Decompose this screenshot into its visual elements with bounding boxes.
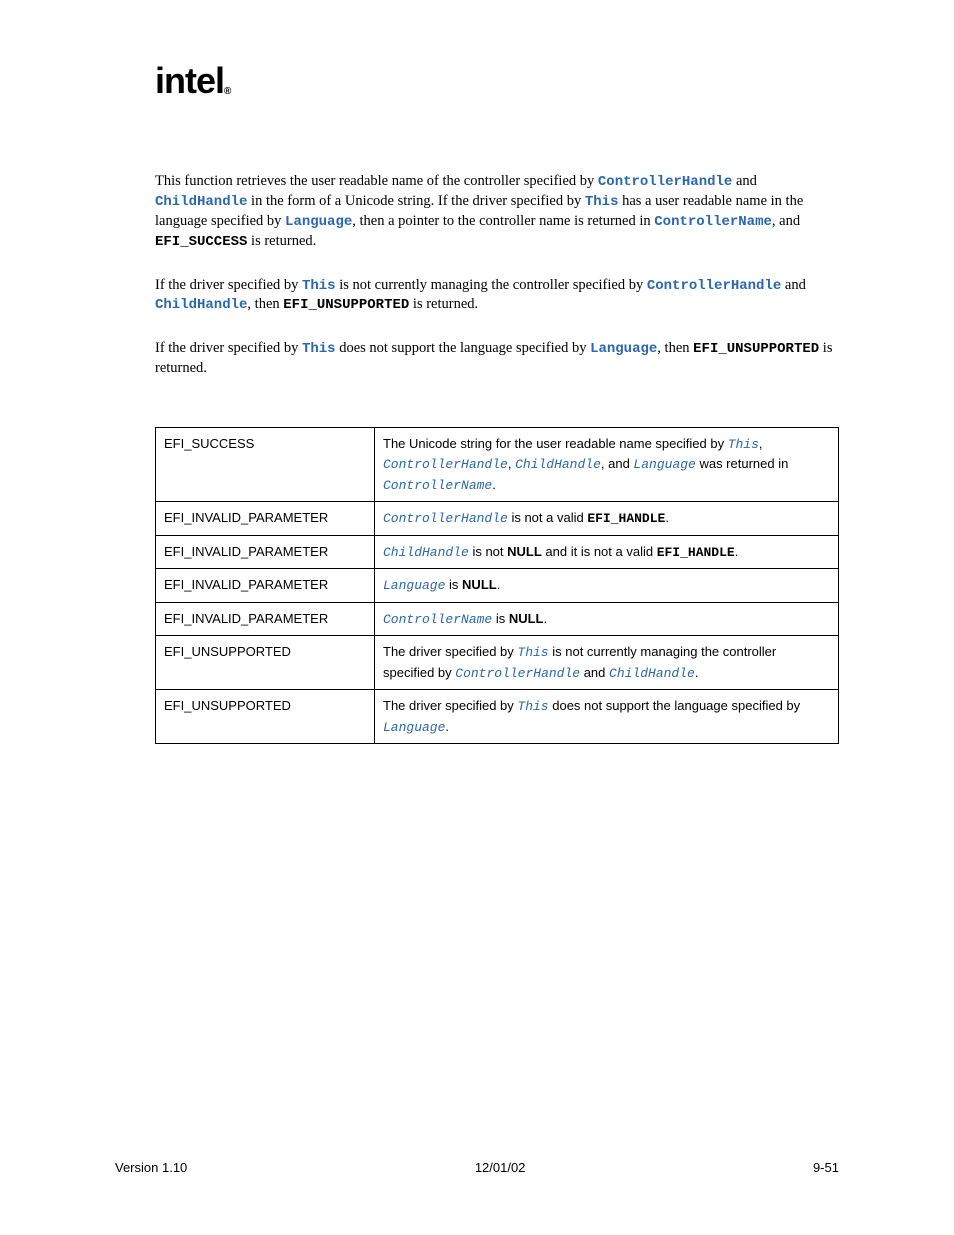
description-section: This function retrieves the user readabl… bbox=[155, 172, 839, 379]
text: is not bbox=[469, 544, 507, 559]
code-efi-unsupported: EFI_UNSUPPORTED bbox=[693, 341, 819, 357]
text: , then bbox=[657, 340, 693, 356]
status-desc: ChildHandle is not NULL and it is not a … bbox=[375, 535, 839, 569]
text: . bbox=[492, 477, 496, 492]
text: and it is not a valid bbox=[542, 544, 657, 559]
status-desc: The driver specified by This is not curr… bbox=[375, 636, 839, 690]
status-desc: ControllerHandle is not a valid EFI_HAND… bbox=[375, 502, 839, 536]
code-childhandle: ChildHandle bbox=[383, 545, 469, 560]
code-language: Language bbox=[383, 720, 445, 735]
text: , then bbox=[247, 296, 283, 312]
text: . bbox=[544, 611, 548, 626]
text: is returned. bbox=[247, 233, 316, 249]
code-this: This bbox=[585, 194, 619, 210]
text: does not support the language specified … bbox=[336, 340, 591, 356]
bold-efi-handle: EFI_HANDLE bbox=[657, 545, 735, 560]
code-childhandle: ChildHandle bbox=[155, 194, 247, 210]
code-childhandle: ChildHandle bbox=[515, 457, 601, 472]
status-desc: Language is NULL. bbox=[375, 569, 839, 603]
text: . bbox=[445, 719, 449, 734]
text: , bbox=[759, 436, 763, 451]
text: If the driver specified by bbox=[155, 340, 302, 356]
table-row: EFI_INVALID_PARAMETER ControllerName is … bbox=[156, 602, 839, 636]
code-language: Language bbox=[285, 214, 352, 230]
paragraph-3: If the driver specified by This does not… bbox=[155, 339, 839, 378]
status-code: EFI_UNSUPPORTED bbox=[156, 636, 375, 690]
status-desc: The Unicode string for the user readable… bbox=[375, 427, 839, 502]
text: . bbox=[735, 544, 739, 559]
footer-date: 12/01/02 bbox=[475, 1160, 526, 1175]
text: , bbox=[508, 456, 515, 471]
code-controllername: ControllerName bbox=[383, 612, 492, 627]
footer-version: Version 1.10 bbox=[115, 1160, 187, 1175]
text: , and bbox=[772, 213, 800, 229]
status-desc: ControllerName is NULL. bbox=[375, 602, 839, 636]
code-this: This bbox=[728, 437, 759, 452]
intel-logo: intel® bbox=[155, 60, 839, 102]
code-controllername: ControllerName bbox=[654, 214, 772, 230]
text: This function retrieves the user readabl… bbox=[155, 173, 598, 189]
code-this: This bbox=[302, 278, 336, 294]
code-controllerhandle: ControllerHandle bbox=[383, 457, 508, 472]
page-footer: Version 1.10 12/01/02 9-51 bbox=[115, 1160, 839, 1175]
code-efi-unsupported: EFI_UNSUPPORTED bbox=[283, 297, 409, 313]
table-row: EFI_INVALID_PARAMETER ControllerHandle i… bbox=[156, 502, 839, 536]
status-codes-table: EFI_SUCCESS The Unicode string for the u… bbox=[155, 427, 839, 745]
status-code: EFI_SUCCESS bbox=[156, 427, 375, 502]
status-desc: The driver specified by This does not su… bbox=[375, 690, 839, 744]
text: . bbox=[497, 577, 501, 592]
text: The Unicode string for the user readable… bbox=[383, 436, 728, 451]
page-content: intel® This function retrieves the user … bbox=[0, 0, 954, 744]
text: does not support the language specified … bbox=[549, 698, 801, 713]
code-controllerhandle: ControllerHandle bbox=[647, 278, 781, 294]
text: The driver specified by bbox=[383, 644, 517, 659]
text: and bbox=[781, 277, 806, 293]
code-controllername: ControllerName bbox=[383, 478, 492, 493]
text: was returned in bbox=[696, 456, 789, 471]
code-controllerhandle: ControllerHandle bbox=[598, 174, 732, 190]
code-language: Language bbox=[383, 578, 445, 593]
code-childhandle: ChildHandle bbox=[609, 666, 695, 681]
code-language: Language bbox=[633, 457, 695, 472]
text: and bbox=[580, 665, 609, 680]
paragraph-2: If the driver specified by This is not c… bbox=[155, 276, 839, 316]
code-efi-success: EFI_SUCCESS bbox=[155, 234, 247, 250]
text: If the driver specified by bbox=[155, 277, 302, 293]
text: is returned. bbox=[409, 296, 478, 312]
table-row: EFI_INVALID_PARAMETER Language is NULL. bbox=[156, 569, 839, 603]
status-code: EFI_INVALID_PARAMETER bbox=[156, 502, 375, 536]
text: . bbox=[665, 510, 669, 525]
text: in the form of a Unicode string. If the … bbox=[247, 193, 584, 209]
footer-page-number: 9-51 bbox=[813, 1160, 839, 1175]
bold-efi-handle: EFI_HANDLE bbox=[587, 511, 665, 526]
code-controllerhandle: ControllerHandle bbox=[455, 666, 580, 681]
code-childhandle: ChildHandle bbox=[155, 297, 247, 313]
table-row: EFI_UNSUPPORTED The driver specified by … bbox=[156, 690, 839, 744]
status-code: EFI_INVALID_PARAMETER bbox=[156, 602, 375, 636]
code-this: This bbox=[517, 645, 548, 660]
text: is not currently managing the controller… bbox=[336, 277, 647, 293]
bold-null: NULL bbox=[509, 611, 544, 626]
table-row: EFI_UNSUPPORTED The driver specified by … bbox=[156, 636, 839, 690]
code-this: This bbox=[517, 699, 548, 714]
code-controllerhandle: ControllerHandle bbox=[383, 511, 508, 526]
table-row: EFI_SUCCESS The Unicode string for the u… bbox=[156, 427, 839, 502]
text: is bbox=[445, 577, 462, 592]
code-this: This bbox=[302, 341, 336, 357]
text: , and bbox=[601, 456, 634, 471]
bold-null: NULL bbox=[507, 544, 542, 559]
status-code: EFI_INVALID_PARAMETER bbox=[156, 569, 375, 603]
text: is bbox=[492, 611, 509, 626]
code-language: Language bbox=[590, 341, 657, 357]
status-code: EFI_INVALID_PARAMETER bbox=[156, 535, 375, 569]
text: , then a pointer to the controller name … bbox=[352, 213, 654, 229]
status-code: EFI_UNSUPPORTED bbox=[156, 690, 375, 744]
text: . bbox=[695, 665, 699, 680]
bold-null: NULL bbox=[462, 577, 497, 592]
text: The driver specified by bbox=[383, 698, 517, 713]
table-row: EFI_INVALID_PARAMETER ChildHandle is not… bbox=[156, 535, 839, 569]
text: is not a valid bbox=[508, 510, 588, 525]
text: and bbox=[732, 173, 757, 189]
paragraph-1: This function retrieves the user readabl… bbox=[155, 172, 839, 252]
